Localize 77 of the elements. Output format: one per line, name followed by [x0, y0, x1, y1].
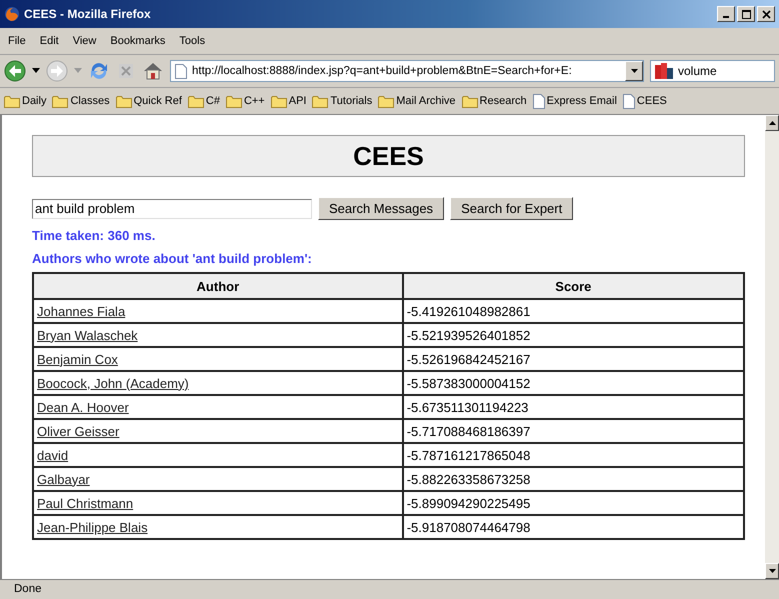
search-field[interactable]: volume	[650, 60, 775, 82]
caret-icon	[630, 68, 638, 74]
minimize-icon	[723, 16, 729, 18]
page-icon	[175, 64, 187, 78]
author-link[interactable]: Dean A. Hoover	[37, 400, 129, 414]
maximize-icon	[742, 10, 750, 18]
menu-item[interactable]: File	[8, 35, 26, 47]
back-icon[interactable]	[4, 60, 26, 82]
folder-icon	[312, 94, 328, 108]
search-button[interactable]: Search Messages	[318, 197, 444, 220]
author-link[interactable]: Jean-Philippe Blais	[37, 520, 148, 534]
table-cell: -5.918708074464798	[402, 515, 744, 539]
table-cell: -5.526196842452167	[402, 347, 744, 371]
page-icon	[532, 94, 545, 108]
menu-item[interactable]: Bookmarks	[110, 35, 166, 47]
bookmark-item[interactable]: CEES	[622, 94, 667, 108]
table-cell: -5.717088468186397	[402, 419, 744, 443]
page-heading: CEES	[32, 135, 745, 177]
author-link[interactable]: david	[37, 448, 68, 462]
search-button[interactable]: Search for Expert	[450, 197, 574, 220]
table-cell: -5.899094290225495	[402, 491, 744, 515]
bookmark-item[interactable]: C#	[188, 94, 220, 108]
author-link[interactable]: Oliver Geisser	[37, 424, 120, 438]
folder-icon	[462, 94, 478, 108]
home-icon[interactable]	[142, 60, 164, 82]
close-button[interactable]	[757, 6, 775, 22]
status-bar: Done	[0, 579, 779, 599]
books-icon	[654, 62, 676, 80]
bookmark-item[interactable]: Classes	[52, 94, 110, 108]
address-field[interactable]: http://localhost:8888/index.jsp?q=ant+build+problem&BtnE=Search+for+E:	[170, 60, 644, 82]
author-link[interactable]: Bryan Walaschek	[37, 328, 138, 342]
bookmark-item[interactable]: Tutorials	[312, 94, 372, 108]
close-icon	[762, 10, 770, 18]
author-link[interactable]: Galbayar	[37, 472, 90, 486]
results-caption: Authors who wrote about 'ant build problem':	[32, 251, 313, 266]
page-icon	[622, 94, 635, 108]
window-title: CEES - Mozilla Firefox	[24, 7, 152, 21]
author-link[interactable]: Benjamin Cox	[37, 352, 118, 366]
table-cell: -5.787161217865048	[402, 443, 744, 467]
down-arrow-icon	[768, 569, 776, 573]
folder-icon	[52, 94, 68, 108]
author-link[interactable]: Johannes Fiala	[37, 304, 126, 318]
table-cell: -5.521939526401852	[402, 323, 744, 347]
folder-icon	[188, 94, 204, 108]
folder-icon	[4, 94, 20, 108]
dropdown-arrow-icon[interactable]	[32, 68, 40, 74]
maximize-button[interactable]	[737, 6, 755, 22]
menu-item[interactable]: Edit	[40, 35, 59, 47]
time-taken-text: Time taken: 360 ms.	[32, 228, 156, 243]
table-cell: -5.587383000004152	[402, 371, 744, 395]
menu-item[interactable]: View	[72, 35, 96, 47]
folder-icon	[116, 94, 132, 108]
dropdown-button[interactable]	[625, 61, 643, 81]
bookmark-item[interactable]: Daily	[4, 94, 46, 108]
minimize-button[interactable]	[717, 6, 735, 22]
scroll-up-button[interactable]	[765, 115, 779, 131]
author-link[interactable]: Paul Christmann	[37, 496, 134, 510]
folder-icon	[378, 94, 394, 108]
reload-icon[interactable]	[88, 60, 110, 82]
folder-icon	[270, 94, 287, 108]
bookmark-item[interactable]: API	[270, 94, 306, 108]
scroll-down-button[interactable]	[765, 563, 779, 579]
table-cell: -5.882263358673258	[402, 467, 744, 491]
query-field[interactable]: ant build problem	[32, 198, 312, 218]
table-cell: -5.419261048982861	[402, 299, 744, 323]
column-header: Author	[33, 273, 403, 299]
bookmark-item[interactable]: Quick Ref	[116, 94, 182, 108]
folder-icon	[226, 94, 242, 108]
menu-item[interactable]: Tools	[179, 35, 206, 47]
bookmark-item[interactable]: Research	[462, 94, 527, 108]
browser-logo-icon	[4, 6, 20, 22]
bookmark-item[interactable]: Express Email	[532, 94, 617, 108]
column-header: Score	[402, 273, 744, 299]
bookmark-item[interactable]: Mail Archive	[378, 94, 456, 108]
up-arrow-icon	[768, 121, 776, 125]
bookmark-item[interactable]: C++	[226, 94, 265, 108]
table-cell: -5.673511301194223	[402, 395, 744, 419]
